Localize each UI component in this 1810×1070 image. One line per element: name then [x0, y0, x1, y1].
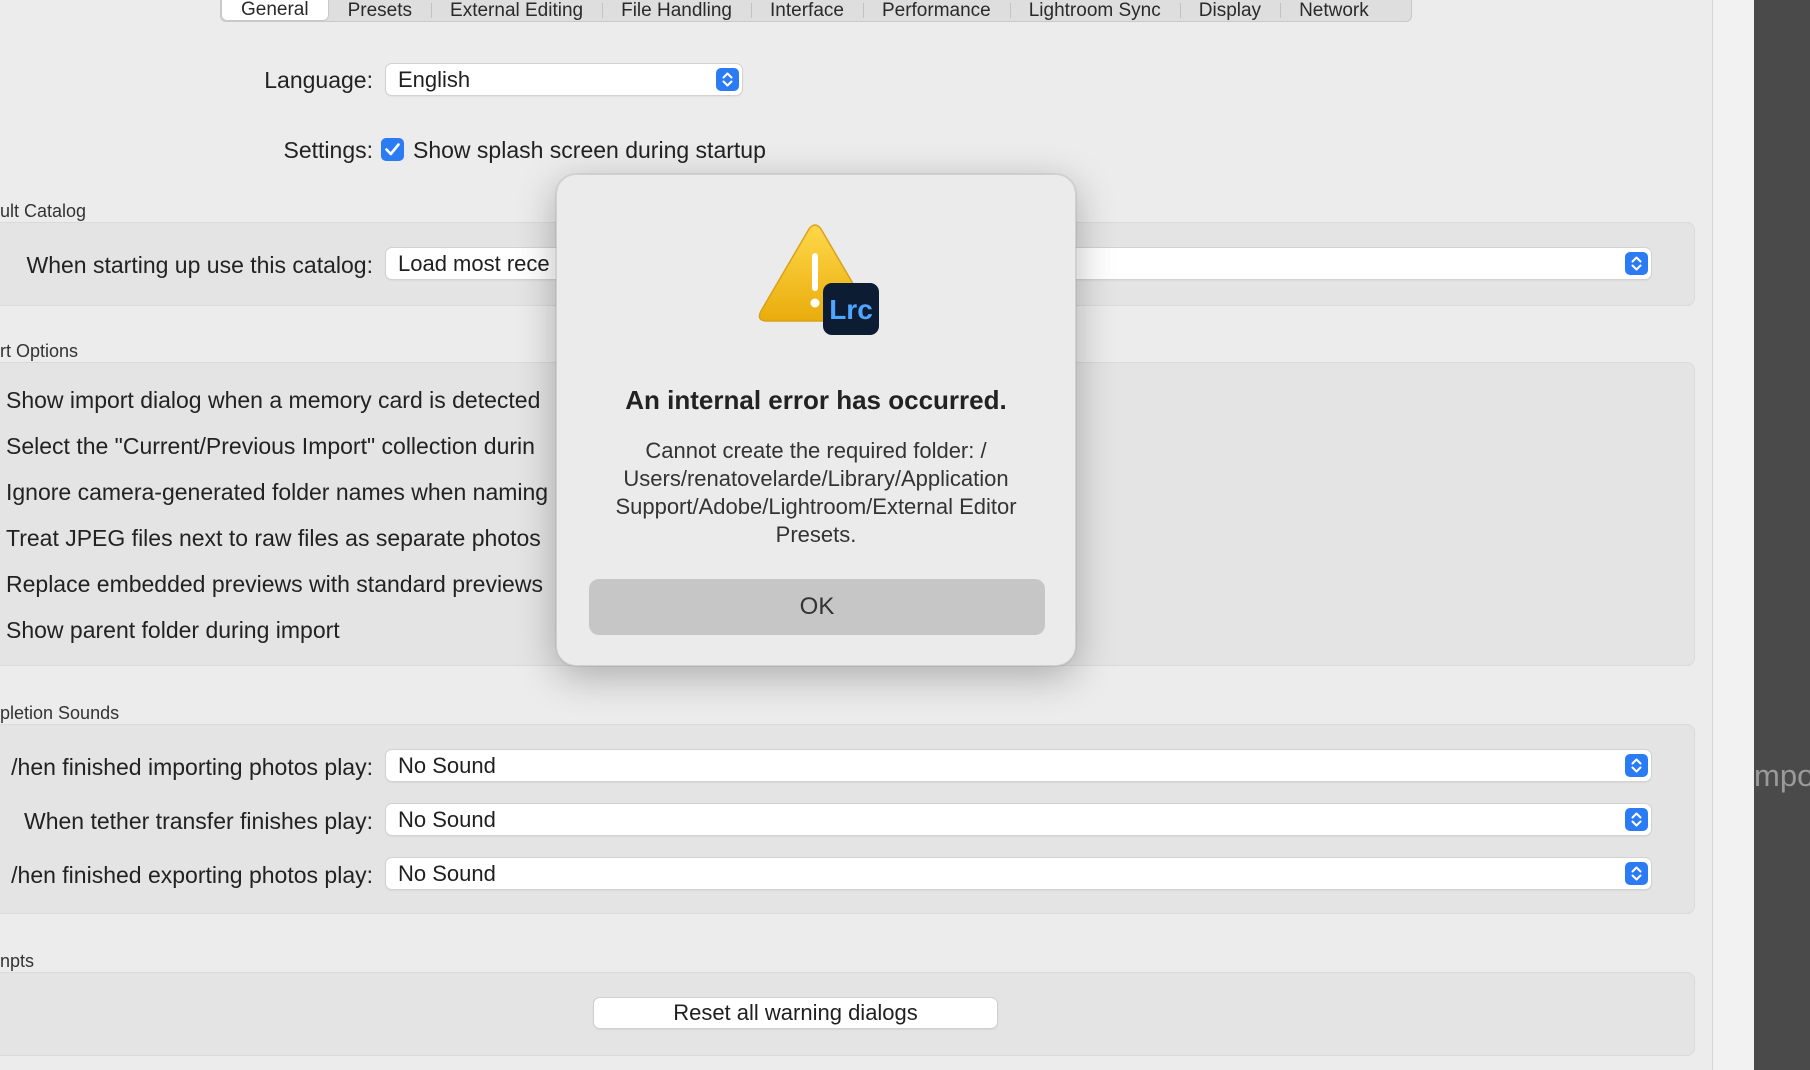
tab-display[interactable]: Display [1179, 0, 1280, 21]
tab-performance[interactable]: Performance [862, 0, 1010, 21]
language-label: Language: [264, 67, 373, 93]
import-sound-value: No Sound [398, 753, 496, 778]
dialog-title: An internal error has occurred. [625, 385, 1007, 415]
splash-screen-label[interactable]: Show splash screen during startup [413, 137, 766, 164]
tether-sound-label: When tether transfer finishes play: [24, 808, 373, 834]
chevron-updown-icon [1625, 754, 1648, 777]
tab-file-handling[interactable]: File Handling [602, 0, 751, 21]
import-options-section-title: rt Options [0, 341, 79, 361]
lrc-app-badge-icon: Lrc [823, 283, 879, 335]
export-sound-select[interactable]: No Sound [386, 858, 1651, 889]
import-sound-select[interactable]: No Sound [386, 750, 1651, 781]
error-alert-dialog: Lrc An internal error has occurred. Cann… [556, 174, 1076, 666]
tab-presets[interactable]: Presets [329, 0, 431, 21]
import-option-item[interactable]: Ignore camera-generated folder names whe… [6, 479, 548, 506]
dialog-message: Cannot create the required folder: / Use… [615, 438, 1017, 547]
import-option-item[interactable]: Show import dialog when a memory card is… [6, 387, 540, 414]
background-app-text: mpor [1754, 758, 1810, 793]
tether-sound-select[interactable]: No Sound [386, 804, 1651, 835]
startup-catalog-label: When starting up use this catalog: [26, 252, 373, 278]
chevron-updown-icon [1625, 808, 1648, 831]
chevron-updown-icon [1625, 862, 1648, 885]
tab-external-editing[interactable]: External Editing [431, 0, 602, 21]
startup-catalog-value: Load most rece [398, 251, 550, 276]
export-sound-value: No Sound [398, 861, 496, 886]
reset-warning-dialogs-button[interactable]: Reset all warning dialogs [594, 998, 997, 1028]
checkmark-icon [385, 143, 400, 156]
lrc-badge-text: Lrc [829, 294, 873, 325]
ok-button[interactable]: OK [589, 579, 1045, 635]
completion-sounds-section-title: pletion Sounds [0, 703, 120, 723]
import-sound-label: /hen finished importing photos play: [11, 754, 373, 780]
language-select[interactable]: English [386, 64, 742, 95]
prompts-section-title: npts [0, 951, 35, 971]
chevron-updown-icon [716, 68, 739, 91]
chevron-updown-icon [1625, 252, 1648, 275]
tab-lightroom-sync[interactable]: Lightroom Sync [1009, 0, 1180, 21]
default-catalog-section-title: ult Catalog [0, 201, 87, 221]
import-option-item[interactable]: Show parent folder during import [6, 617, 340, 644]
tab-general[interactable]: General [221, 0, 329, 21]
import-option-item[interactable]: Replace embedded previews with standard … [6, 571, 543, 598]
window-edge [1712, 0, 1755, 1070]
import-option-item[interactable]: Treat JPEG files next to raw files as se… [6, 525, 541, 552]
export-sound-label: /hen finished exporting photos play: [11, 862, 373, 888]
background-app-panel: mpor [1754, 0, 1810, 1070]
settings-label: Settings: [283, 137, 374, 163]
warning-triangle-icon: Lrc [757, 223, 881, 335]
language-value: English [398, 67, 471, 92]
tab-interface[interactable]: Interface [751, 0, 863, 21]
preferences-tab-bar: General Presets External Editing File Ha… [220, 0, 1412, 22]
tether-sound-value: No Sound [398, 807, 496, 832]
tab-network[interactable]: Network [1280, 0, 1388, 21]
splash-screen-checkbox[interactable] [381, 138, 404, 161]
import-option-item[interactable]: Select the "Current/Previous Import" col… [6, 433, 535, 460]
